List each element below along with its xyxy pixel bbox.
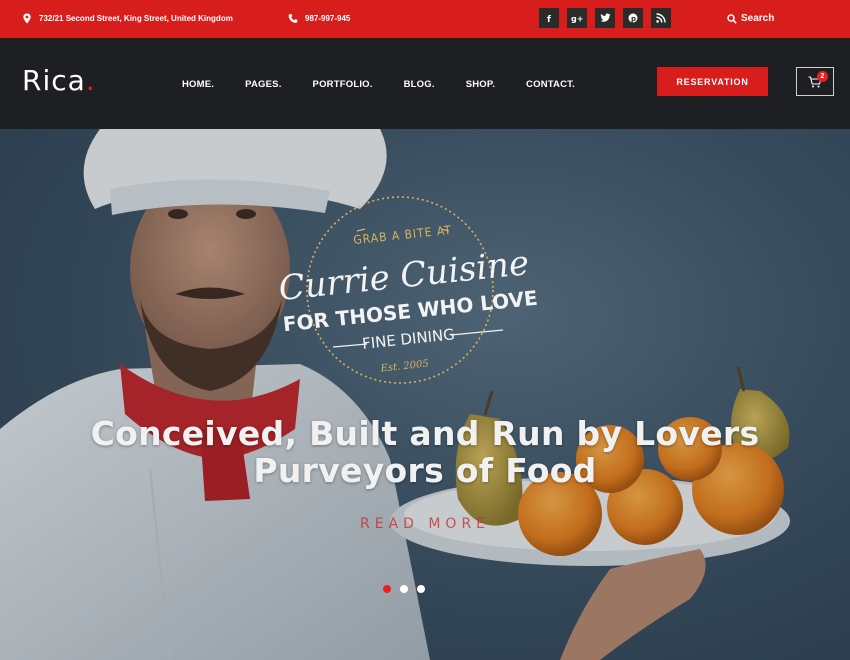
nav-contact[interactable]: CONTACT. bbox=[526, 79, 575, 90]
nav-portfolio[interactable]: PORTFOLIO. bbox=[313, 79, 373, 90]
currie-cuisine-emblem: GRAB A BITE AT Currie Cuisine FOR THOSE … bbox=[277, 196, 539, 384]
google-plus-icon[interactable]: g+ bbox=[567, 8, 587, 28]
emblem-est: Est. 2005 bbox=[379, 359, 429, 375]
slider-dot-1[interactable] bbox=[383, 585, 391, 593]
phone-icon bbox=[288, 14, 298, 23]
main-header: Rica. HOME. PAGES. PORTFOLIO. BLOG. SHOP… bbox=[0, 38, 850, 129]
top-bar: 732/21 Second Street, King Street, Unite… bbox=[0, 0, 850, 38]
address-text: 732/21 Second Street, King Street, Unite… bbox=[39, 14, 233, 23]
svg-text:p: p bbox=[631, 15, 636, 23]
slider-dots bbox=[383, 585, 425, 593]
slider-dot-2[interactable] bbox=[400, 585, 408, 593]
location-pin-icon bbox=[23, 13, 31, 24]
search-link[interactable]: Search bbox=[727, 13, 774, 24]
nav-shop[interactable]: SHOP. bbox=[466, 79, 495, 90]
nav-home[interactable]: HOME. bbox=[182, 79, 214, 90]
logo-text: Rica bbox=[22, 64, 86, 97]
emblem-top-text: GRAB A BITE AT bbox=[353, 223, 453, 247]
slider-dot-3[interactable] bbox=[417, 585, 425, 593]
hero-headline: Conceived, Built and Run by Lovers Purve… bbox=[0, 415, 850, 489]
emblem-line2: FINE DINING bbox=[361, 325, 455, 353]
logo-dot: . bbox=[85, 64, 96, 97]
twitter-icon[interactable] bbox=[595, 8, 615, 28]
svg-text:g+: g+ bbox=[571, 15, 583, 24]
phone-text: 987-997-945 bbox=[305, 14, 351, 23]
cart-count-badge: 2 bbox=[817, 71, 828, 82]
read-more-button[interactable]: READ MORE bbox=[0, 516, 850, 532]
svg-text:f: f bbox=[547, 15, 551, 23]
phone-info: 987-997-945 bbox=[288, 13, 350, 24]
headline-line-2: Purveyors of Food bbox=[253, 451, 597, 490]
reservation-button[interactable]: RESERVATION bbox=[657, 67, 768, 96]
headline-line-1: Conceived, Built and Run by Lovers bbox=[90, 414, 760, 453]
address-info: 732/21 Second Street, King Street, Unite… bbox=[22, 13, 233, 24]
hero-slider: GRAB A BITE AT Currie Cuisine FOR THOSE … bbox=[0, 129, 850, 660]
main-nav: HOME. PAGES. PORTFOLIO. BLOG. SHOP. CONT… bbox=[182, 79, 575, 90]
social-links: f g+ p bbox=[539, 8, 671, 28]
pinterest-icon[interactable]: p bbox=[623, 8, 643, 28]
search-icon bbox=[727, 13, 737, 24]
search-label: Search bbox=[741, 13, 775, 24]
nav-blog[interactable]: BLOG. bbox=[404, 79, 435, 90]
rss-icon[interactable] bbox=[651, 8, 671, 28]
nav-pages[interactable]: PAGES. bbox=[245, 79, 281, 90]
facebook-icon[interactable]: f bbox=[539, 8, 559, 28]
site-logo[interactable]: Rica. bbox=[22, 64, 96, 97]
cart-button[interactable]: 2 bbox=[796, 67, 834, 96]
